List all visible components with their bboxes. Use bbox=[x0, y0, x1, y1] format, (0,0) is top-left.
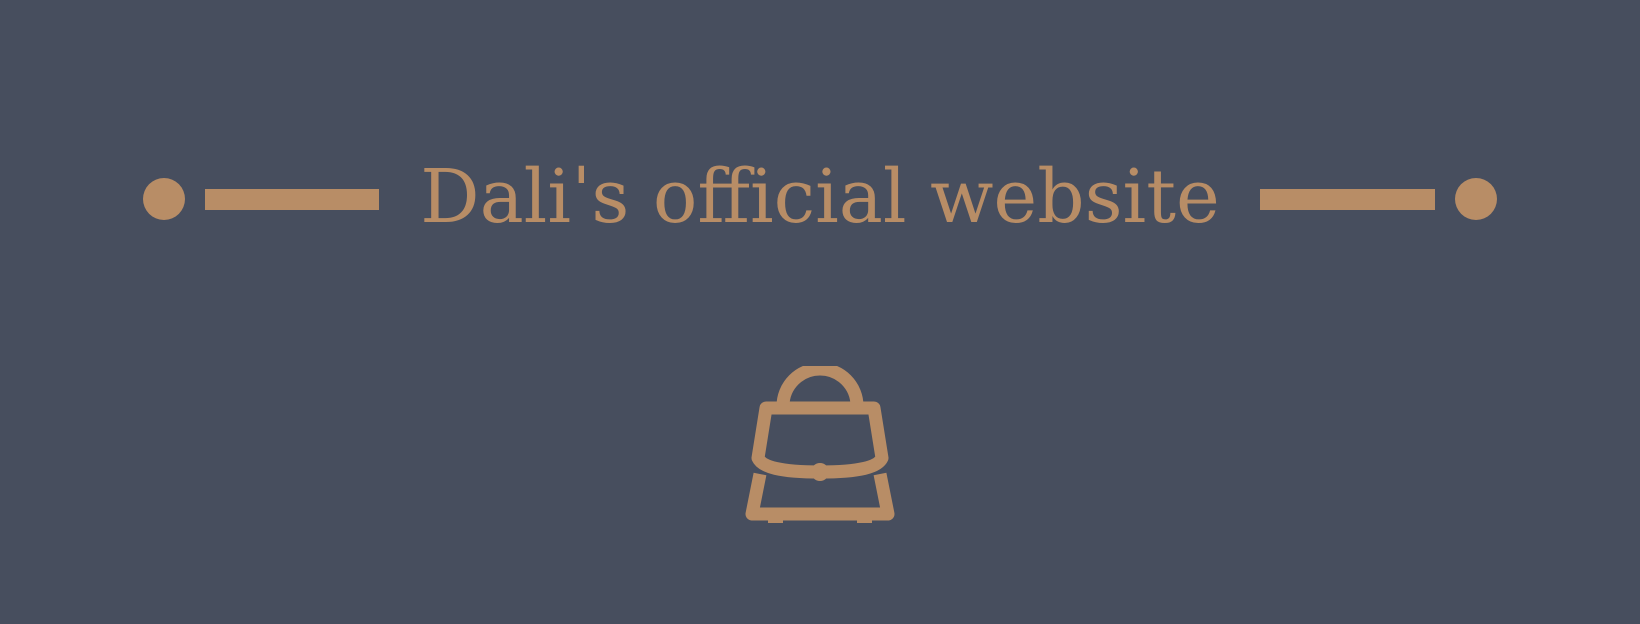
site-title: Daliˈs official website bbox=[420, 154, 1220, 240]
site-banner: Daliˈs official website bbox=[0, 0, 1640, 624]
handbag-icon bbox=[740, 366, 900, 526]
right-bar-ornament bbox=[1260, 189, 1435, 210]
left-dot-ornament bbox=[143, 178, 185, 220]
right-dot-ornament bbox=[1455, 178, 1497, 220]
left-bar-ornament bbox=[205, 189, 379, 210]
